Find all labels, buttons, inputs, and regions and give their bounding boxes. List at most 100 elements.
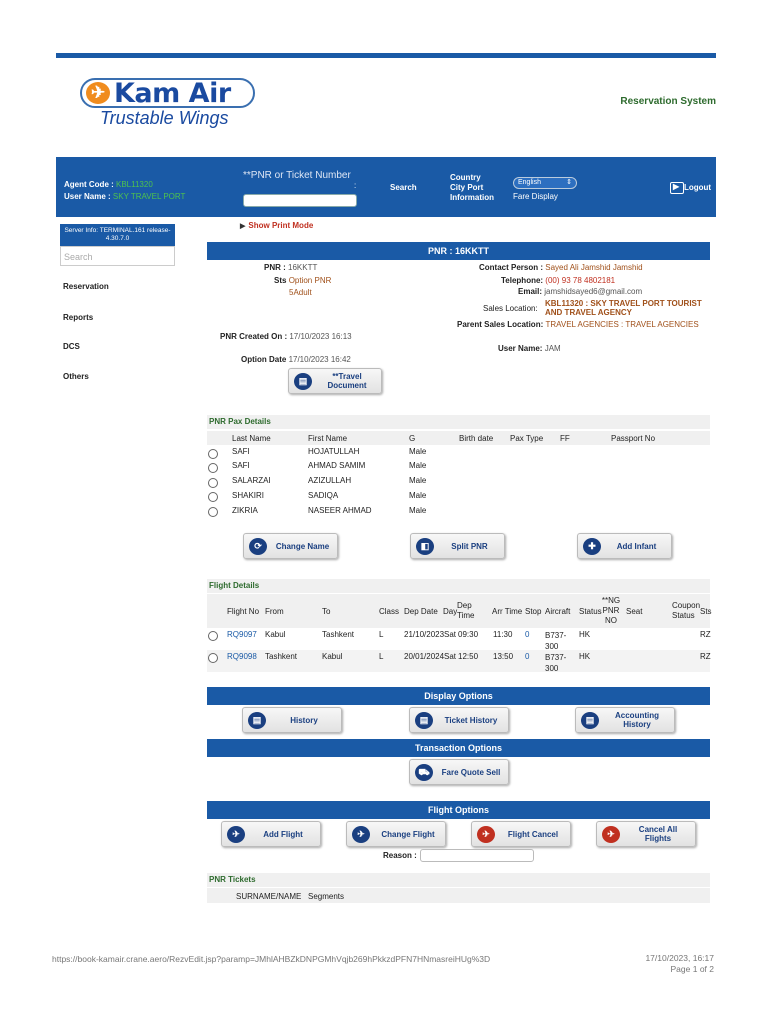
pnr-colon: : [354, 181, 357, 190]
flight-no-link[interactable]: RQ9097 [227, 630, 257, 639]
change-name-button[interactable]: ⟳ Change Name [243, 533, 338, 559]
reason-label: Reason : [383, 851, 417, 860]
add-person-icon: ✚ [583, 538, 601, 555]
logo-tagline: Trustable Wings [100, 108, 229, 128]
information-label[interactable]: Information [450, 193, 494, 203]
pnr-user-name-value: JAM [544, 344, 561, 353]
flight-col-status: Status [579, 607, 602, 616]
email: Email: jamshidsayed6@gmail.com [518, 287, 642, 296]
contact-value: Sayed Ali Jamshid Jamshid [545, 263, 643, 272]
logo-plane-icon: ✈ [86, 82, 110, 104]
pax-select-radio[interactable] [208, 507, 218, 517]
pax-gender: Male [409, 476, 427, 485]
flight-col-to: To [322, 607, 331, 616]
flight-no-link[interactable]: RQ9098 [227, 652, 257, 661]
flight-from: Kabul [265, 630, 286, 639]
sidebar-item-reservation[interactable]: Reservation [63, 282, 109, 291]
flight-to: Tashkent [322, 630, 355, 639]
pnr-status: Sts Option PNR [274, 276, 331, 285]
flight-select-radio[interactable] [208, 631, 218, 641]
country-city-info[interactable]: Country City Port Information [450, 173, 494, 203]
flight-sts: RZ [700, 652, 711, 661]
pnr-search-label: **PNR or Ticket Number [243, 170, 351, 181]
show-print-mode-link[interactable]: ▶ Show Print Mode [240, 221, 313, 230]
reservation-system-title: Reservation System [620, 96, 716, 107]
flight-arr-time: 13:50 [493, 652, 514, 661]
flight-dep-date: 21/10/2023 [404, 630, 445, 639]
language-select[interactable]: English ⇕ [513, 177, 577, 189]
travel-document-button[interactable]: ▤ **Travel Document [288, 368, 382, 394]
cancel-all-flights-icon: ✈ [602, 826, 620, 843]
document-icon: ▤ [294, 373, 312, 390]
pax-select-radio[interactable] [208, 449, 218, 459]
sidebar-item-others[interactable]: Others [63, 372, 89, 381]
pnr-value: 16KKTT [288, 263, 318, 272]
pnr-search-input[interactable] [243, 194, 357, 207]
flight-col-sts: Sts [700, 607, 712, 616]
flight-status: HK [579, 652, 591, 661]
parent-sales-location: Parent Sales Location: TRAVEL AGENCIES :… [457, 320, 699, 329]
reason-input[interactable] [420, 849, 534, 862]
flight-select-radio[interactable] [208, 653, 218, 663]
flight-col-seat: Seat [626, 607, 643, 616]
pax-first-name: HOJATULLAH [308, 447, 360, 456]
sales-location-label: Sales Location: [483, 304, 538, 313]
language-value: English [518, 179, 541, 186]
search-button[interactable]: Search [390, 183, 417, 192]
flight-options-bar: Flight Options [207, 801, 710, 819]
cart-icon: ⛟ [415, 764, 433, 781]
agent-info: Agent Code : KBL11320 User Name : SKY TR… [64, 179, 185, 203]
flight-stop[interactable]: 0 [525, 652, 529, 661]
change-flight-button[interactable]: ✈ Change Flight [346, 821, 446, 847]
accounting-history-button[interactable]: ▤ Accounting History [575, 707, 675, 733]
sts-label: Sts [274, 276, 287, 285]
tickets-col-surname: SURNAME/NAME [236, 892, 302, 901]
add-infant-button[interactable]: ✚ Add Infant [577, 533, 672, 559]
flight-stop[interactable]: 0 [525, 630, 529, 639]
sidebar-item-dcs[interactable]: DCS [63, 342, 80, 351]
flight-sts: RZ [700, 630, 711, 639]
sidebar-item-reports[interactable]: Reports [63, 313, 93, 322]
fare-display-link[interactable]: Fare Display [513, 192, 558, 201]
user-name-label: User Name : [64, 192, 113, 201]
display-options-bar: Display Options [207, 687, 710, 705]
pnr-user-name: User Name: JAM [498, 344, 561, 353]
ticket-history-button[interactable]: ▤ Ticket History [409, 707, 509, 733]
cancel-all-flights-button[interactable]: ✈ Cancel All Flights [596, 821, 696, 847]
pax-select-radio[interactable] [208, 463, 218, 473]
flight-cancel-button[interactable]: ✈ Flight Cancel [471, 821, 571, 847]
country-label[interactable]: Country [450, 173, 494, 183]
telephone: Telephone: (00) 93 78 4802181 [501, 276, 615, 285]
pax-select-radio[interactable] [208, 478, 218, 488]
pax-col-gender: G [409, 434, 416, 443]
city-port-label[interactable]: City Port [450, 183, 494, 193]
pnr-tickets-title: PNR Tickets [207, 873, 710, 887]
flight-col-dep-date: Dep Date [404, 607, 438, 616]
pax-details-title: PNR Pax Details [207, 415, 710, 429]
option-date-label: Option Date [241, 355, 289, 364]
pnr-user-name-label: User Name: [498, 344, 545, 353]
history-button[interactable]: ▤ History [242, 707, 342, 733]
flight-dep-date: 20/01/2024 [404, 652, 445, 661]
pax-col-birth-date: Birth date [459, 434, 494, 443]
flight-col-dep-time: Dep Time [457, 601, 475, 620]
logout-button[interactable]: Logout [670, 182, 711, 194]
add-flight-button[interactable]: ✈ Add Flight [221, 821, 321, 847]
footer-page-number: Page 1 of 2 [670, 964, 714, 974]
flight-col-class: Class [379, 607, 400, 616]
flight-details-title: Flight Details [207, 579, 710, 593]
pax-select-radio[interactable] [208, 492, 218, 502]
flight-col-aircraft: Aircraft [545, 607, 571, 616]
pax-last-name: SHAKIRI [232, 491, 265, 500]
agent-code-label: Agent Code : [64, 180, 116, 189]
fare-quote-sell-button[interactable]: ⛟ Fare Quote Sell [409, 759, 509, 785]
pax-first-name: AHMAD SAMIM [308, 461, 366, 470]
refresh-icon: ⟳ [249, 538, 267, 555]
header-bar: Agent Code : KBL11320 User Name : SKY TR… [56, 157, 716, 217]
sidebar-search-input[interactable]: Search [60, 246, 175, 266]
contact-person: Contact Person : Sayed Ali Jamshid Jamsh… [479, 263, 643, 272]
pax-gender: Male [409, 447, 427, 456]
pax-gender: Male [409, 491, 427, 500]
pnr-number: PNR : 16KKTT [264, 263, 317, 272]
split-pnr-button[interactable]: ◧ Split PNR [410, 533, 505, 559]
